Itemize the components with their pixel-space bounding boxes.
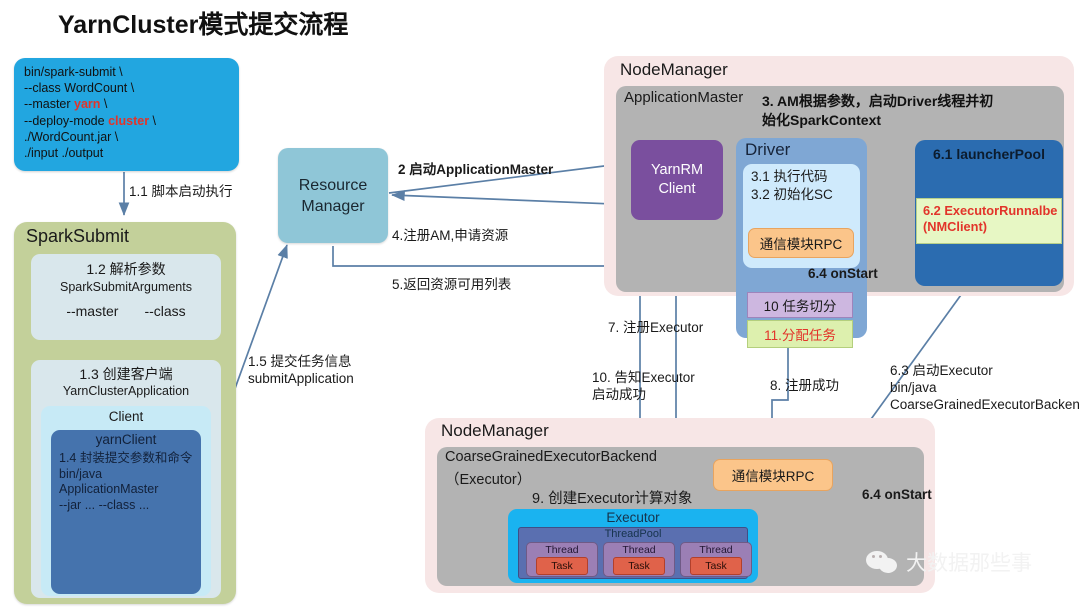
thread-box: Thread Task	[526, 542, 598, 577]
resource-manager-box: Resource Manager	[278, 148, 388, 243]
yarn-rm-client-box: YarnRM Client	[631, 140, 723, 220]
resource-manager-label: Resource Manager	[298, 176, 368, 215]
flow-label-step-4: 4.注册AM,申请资源	[392, 228, 509, 243]
yarn-client-detail-3: ApplicationMaster	[59, 482, 159, 496]
thread-label: Thread	[699, 544, 733, 556]
spark-submit-title: SparkSubmit	[26, 226, 130, 246]
thread-box: Thread Task	[680, 542, 752, 577]
yarn-client-box: yarnClient 1.4 封装提交参数和命令 bin/java Applic…	[51, 430, 201, 594]
watermark-text: 大数据那些事	[906, 552, 1032, 575]
launcher-pool-title: 6.1 launcherPool	[932, 146, 1046, 162]
yarn-client-detail-2: bin/java	[59, 466, 103, 481]
flow-label-step-10-line-2: 启动成功	[592, 387, 646, 402]
task-box: Task	[536, 557, 588, 575]
am-note-line-1: 3. AM根据参数，启动Driver线程并初	[762, 93, 994, 109]
executor-runnable-line-1: 6.2 ExecutorRunnalbe	[923, 203, 1058, 218]
watermark: 大数据那些事	[866, 543, 1076, 581]
flow-label-step-6-4-bottom: 6.4 onStart	[862, 487, 932, 502]
driver-rpc-module: 通信模块RPC	[748, 228, 854, 258]
flow-label-step-6-3-line-1: 6.3 启动Executor	[890, 363, 993, 378]
flow-label-step-1-1: 1.1 脚本启动执行	[129, 184, 233, 199]
driver-step-3-1: 3.1 执行代码	[751, 169, 828, 184]
cmd-line-6: ./input ./output	[24, 146, 104, 161]
driver-step-3-2: 3.2 初始化SC	[751, 187, 833, 202]
flow-label-step-2: 2 启动ApplicationMaster	[398, 162, 554, 177]
backend-line-1: CoarseGrainedExecutorBackend	[445, 449, 657, 465]
flow-label-step-10-line-1: 10. 告知Executor	[592, 370, 695, 385]
flow-label-step-6-3-line-3: CoarseGrainedExecutorBackend	[890, 397, 1080, 412]
opt-class: --class	[144, 303, 186, 319]
opt-master: --master	[66, 303, 119, 319]
thread-pool-label: ThreadPool	[604, 528, 662, 540]
thread-label: Thread	[622, 544, 656, 556]
thread-label: Thread	[545, 544, 579, 556]
cmd-line-1: bin/spark-submit \	[24, 65, 123, 79]
driver-title: Driver	[745, 140, 791, 159]
flow-label-step-6-4-top: 6.4 onStart	[808, 266, 878, 281]
executor-runnable-box: 6.2 ExecutorRunnalbe (NMClient)	[916, 198, 1062, 244]
yarn-client-detail-1: 1.4 封装提交参数和命令	[59, 451, 193, 465]
flow-label-step-6-3-line-2: bin/java	[890, 380, 937, 395]
create-client-heading: 1.3 创建客户端	[79, 366, 173, 382]
task-box: Task	[613, 557, 665, 575]
client-label: Client	[108, 409, 144, 424]
parse-args-heading: 1.2 解析参数	[86, 261, 166, 277]
page-title: YarnCluster模式提交流程	[58, 11, 349, 39]
task-box: Task	[690, 557, 742, 575]
spark-submit-arguments-class: SparkSubmitArguments	[59, 280, 192, 294]
args-options: --master --class	[31, 303, 221, 319]
cmd-line-4: --deploy-mode cluster \	[24, 113, 157, 128]
wechat-icon	[866, 549, 900, 575]
flow-label-step-8: 8. 注册成功	[770, 378, 840, 393]
executor-rpc-module: 通信模块RPC	[713, 459, 833, 491]
cmd-line-3: --master yarn \	[24, 97, 108, 112]
spark-submit-command-box: bin/spark-submit \ --class WordCount \ -…	[14, 58, 239, 171]
cmd-line-5: ./WordCount.jar \	[24, 129, 119, 144]
flow-label-step-1-5: 1.5 提交任务信息 submitApplication	[248, 353, 354, 387]
yarn-client-detail-4: --jar ... --class ...	[59, 497, 150, 512]
thread-box: Thread Task	[603, 542, 675, 577]
application-master-title: ApplicationMaster	[624, 89, 744, 106]
application-master-note: 3. AM根据参数，启动Driver线程并初 始化SparkContext	[762, 92, 1062, 132]
flow-label-step-7: 7. 注册Executor	[608, 320, 704, 335]
am-note-line-2: 始化SparkContext	[762, 112, 882, 128]
yarn-cluster-application-class: YarnClusterApplication	[62, 384, 190, 398]
diagram-canvas: YarnCluster模式提交流程 bin/spark-submit \ --c…	[0, 0, 1080, 608]
flow-label-step-6-3: 6.3 启动Executor bin/java CoarseGrainedExe…	[890, 362, 1080, 413]
node-manager-bottom-title: NodeManager	[441, 421, 549, 440]
yarn-client-label: yarnClient	[95, 432, 157, 447]
node-manager-top-title: NodeManager	[620, 60, 728, 79]
task-assign-box: 11.分配任务	[747, 320, 853, 348]
flow-label-step-1-5-line-1: 1.5 提交任务信息	[248, 354, 352, 369]
cmd-line-2: --class WordCount \	[24, 81, 135, 96]
executor-runnable-line-2: (NMClient)	[923, 219, 987, 234]
flow-label-step-1-5-line-2: submitApplication	[248, 371, 354, 386]
yarn-rm-client-label: YarnRM Client	[650, 162, 704, 197]
task-split-box: 10 任务切分	[747, 292, 853, 318]
backend-line-2: （Executor）	[445, 472, 532, 488]
executor-title: Executor	[606, 510, 660, 525]
flow-label-step-10: 10. 告知Executor 启动成功	[592, 369, 695, 403]
backend-line-3: 9. 创建Executor计算对象	[532, 491, 693, 507]
flow-label-step-5: 5.返回资源可用列表	[392, 277, 512, 292]
spark-submit-arguments-box: 1.2 解析参数 SparkSubmitArguments --master --…	[31, 254, 221, 340]
yarn-client-details: 1.4 封装提交参数和命令 bin/java ApplicationMaster…	[51, 447, 201, 513]
